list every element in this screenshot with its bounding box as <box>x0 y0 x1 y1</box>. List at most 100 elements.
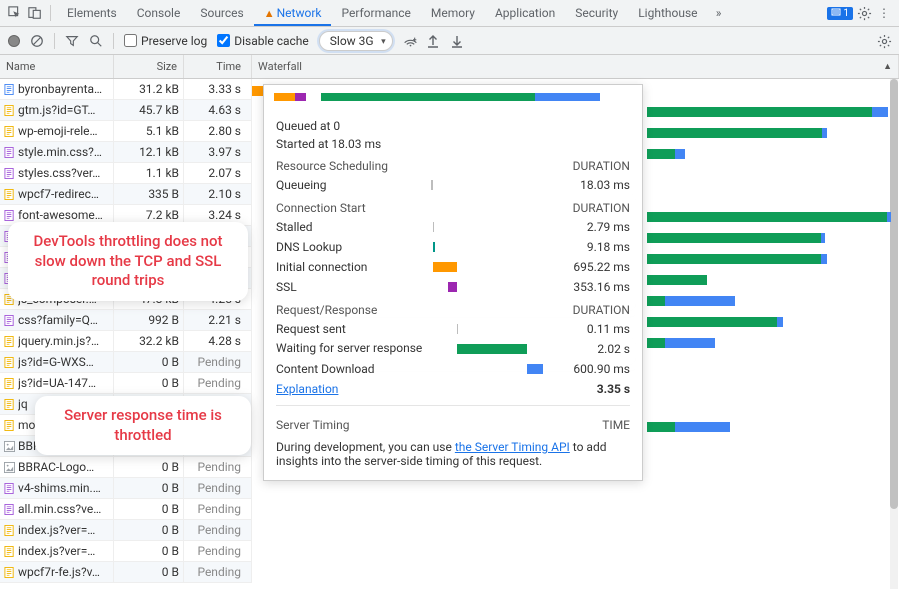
table-row[interactable]: css?family=Q… 992 B 2.21 s <box>0 310 252 331</box>
table-row[interactable]: style.min.css?… 12.1 kB 3.97 s <box>0 142 252 163</box>
section-scheduling: Resource Scheduling DURATION <box>264 153 642 175</box>
row-total: Explanation 3.35 s <box>264 379 642 399</box>
device-toggle-icon[interactable] <box>26 4 44 22</box>
devtools-tabs-bar: ElementsConsoleSources▲NetworkPerformanc… <box>0 0 899 27</box>
request-name: wp-emoji-rele… <box>18 124 98 138</box>
tab-application[interactable]: Application <box>485 0 565 26</box>
request-time: 4.28 s <box>184 331 252 351</box>
throttle-value: Slow 3G <box>330 34 374 48</box>
inspect-icon[interactable] <box>6 4 24 22</box>
request-size: 31.2 kB <box>114 79 184 99</box>
tab-sources[interactable]: Sources <box>190 0 253 26</box>
request-name: byronbayrenta… <box>18 82 102 96</box>
issues-badge[interactable]: 1 <box>827 7 853 20</box>
disable-cache-label: Disable cache <box>234 34 309 48</box>
separator <box>113 33 114 49</box>
waterfall-bar <box>777 317 783 327</box>
tab-lighthouse[interactable]: Lighthouse <box>628 0 707 26</box>
waterfall-bar <box>647 149 675 159</box>
request-size: 0 B <box>114 352 184 372</box>
waterfall-bar <box>675 422 730 432</box>
table-row[interactable]: all.min.css?ve… 0 B Pending <box>0 499 252 520</box>
tab-performance[interactable]: Performance <box>331 0 420 26</box>
row-queueing: Queueing 18.03 ms <box>264 175 642 195</box>
preserve-log-checkbox[interactable]: Preserve log <box>124 34 207 48</box>
request-size: 1.1 kB <box>114 163 184 183</box>
scrollbar-thumb[interactable] <box>890 79 898 509</box>
request-size: 0 B <box>114 499 184 519</box>
request-time: Pending <box>184 373 252 393</box>
waterfall-row[interactable] <box>252 480 889 501</box>
tab-elements[interactable]: Elements <box>57 0 127 26</box>
waterfall-bar <box>647 107 872 117</box>
request-time: Pending <box>184 562 252 582</box>
table-row[interactable]: index.js?ver=… 0 B Pending <box>0 520 252 541</box>
request-name: index.js?ver=… <box>18 523 95 537</box>
preserve-log-input[interactable] <box>124 34 137 47</box>
table-row[interactable]: wpcf7r-fe.js?v… 0 B Pending <box>0 562 252 583</box>
upload-har-icon[interactable] <box>427 34 441 48</box>
waterfall-bar <box>647 338 665 348</box>
issues-count: 1 <box>843 8 849 19</box>
request-name: font-awesome… <box>18 208 103 222</box>
disable-cache-checkbox[interactable]: Disable cache <box>217 34 309 48</box>
waterfall-row[interactable] <box>252 522 889 543</box>
tab-security[interactable]: Security <box>565 0 628 26</box>
request-size: 32.2 kB <box>114 331 184 351</box>
table-row[interactable]: BBRAC-Logo… 0 B Pending <box>0 457 252 478</box>
waterfall-bar <box>665 296 735 306</box>
clear-icon[interactable] <box>30 34 44 48</box>
filter-icon[interactable] <box>65 34 79 48</box>
record-button[interactable] <box>8 35 20 47</box>
request-name: style.min.css?… <box>18 145 102 159</box>
table-row[interactable]: js?id=UA-147… 0 B Pending <box>0 373 252 394</box>
request-time: 2.10 s <box>184 184 252 204</box>
col-time[interactable]: Time <box>184 55 252 78</box>
waterfall-bar <box>647 275 707 285</box>
request-name: gtm.js?id=GT… <box>18 103 95 117</box>
table-row[interactable]: gtm.js?id=GT… 45.7 kB 4.63 s <box>0 100 252 121</box>
tab-console[interactable]: Console <box>127 0 191 26</box>
scrollbar[interactable] <box>890 79 898 589</box>
request-size: 0 B <box>114 520 184 540</box>
table-row[interactable]: v4-shims.min.… 0 B Pending <box>0 478 252 499</box>
request-size: 335 B <box>114 184 184 204</box>
request-time: Pending <box>184 352 252 372</box>
explanation-link[interactable]: Explanation <box>276 382 338 396</box>
gear-icon[interactable] <box>855 4 873 22</box>
kebab-menu-icon[interactable]: ⋮ <box>875 4 893 22</box>
request-name: wpcf7-redirec… <box>18 187 99 201</box>
table-row[interactable]: js?id=G-WXS… 0 B Pending <box>0 352 252 373</box>
section-connection: Connection Start DURATION <box>264 195 642 217</box>
waterfall-bar <box>647 422 675 432</box>
disable-cache-input[interactable] <box>217 34 230 47</box>
throttle-select[interactable]: Slow 3G ▾ <box>319 31 393 51</box>
tab-network[interactable]: ▲Network <box>254 0 332 26</box>
table-row[interactable]: byronbayrenta… 31.2 kB 3.33 s <box>0 79 252 100</box>
col-name[interactable]: Name <box>0 55 114 78</box>
waterfall-bar <box>647 317 777 327</box>
search-icon[interactable] <box>89 34 103 48</box>
server-timing-api-link[interactable]: the Server Timing API <box>455 440 570 454</box>
waterfall-row[interactable] <box>252 501 889 522</box>
table-row[interactable]: index.js?ver=… 0 B Pending <box>0 541 252 562</box>
waterfall-bar <box>821 233 825 243</box>
download-har-icon[interactable] <box>451 34 465 48</box>
warning-icon: ▲ <box>264 7 275 20</box>
request-name: styles.css?ver… <box>18 166 100 180</box>
table-row[interactable]: styles.css?ver… 1.1 kB 2.07 s <box>0 163 252 184</box>
request-time: Pending <box>184 457 252 477</box>
request-name: jq <box>18 397 28 411</box>
table-row[interactable]: wp-emoji-rele… 5.1 kB 2.80 s <box>0 121 252 142</box>
tab-memory[interactable]: Memory <box>421 0 485 26</box>
col-size[interactable]: Size <box>114 55 184 78</box>
network-conditions-icon[interactable] <box>403 34 417 48</box>
more-tabs-icon[interactable]: » <box>710 4 728 22</box>
col-waterfall[interactable]: Waterfall ▲ <box>252 55 899 78</box>
waterfall-row[interactable] <box>252 543 889 564</box>
table-row[interactable]: jquery.min.js?… 32.2 kB 4.28 s <box>0 331 252 352</box>
gear-icon[interactable] <box>877 34 891 48</box>
preserve-log-label: Preserve log <box>141 34 207 48</box>
waterfall-row[interactable] <box>252 564 889 585</box>
table-row[interactable]: wpcf7-redirec… 335 B 2.10 s <box>0 184 252 205</box>
